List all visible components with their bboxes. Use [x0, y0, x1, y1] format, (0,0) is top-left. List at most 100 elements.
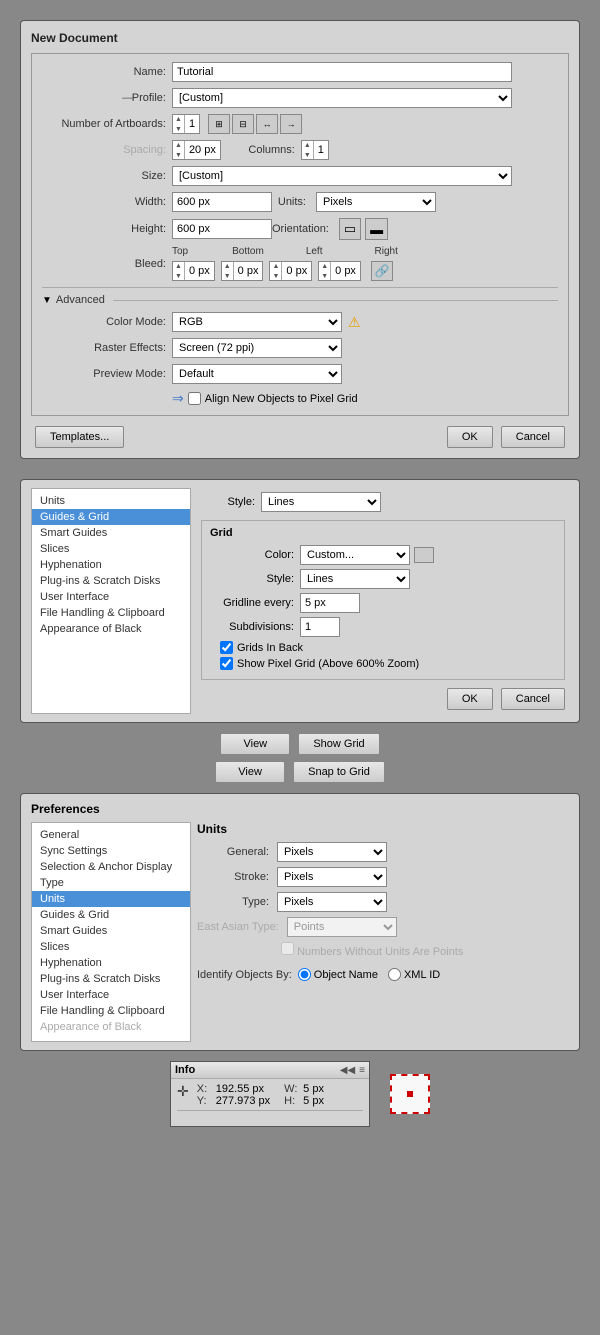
- height-row: Height: Orientation: ▭ ▬: [42, 218, 558, 240]
- raster-select[interactable]: Screen (72 ppi): [172, 338, 342, 358]
- units-sidebar-general[interactable]: General: [32, 827, 190, 843]
- units-sidebar-ui[interactable]: User Interface: [32, 987, 190, 1003]
- units-sidebar-smart[interactable]: Smart Guides: [32, 923, 190, 939]
- units-sidebar-selection[interactable]: Selection & Anchor Display: [32, 859, 190, 875]
- bleed-right-spinner[interactable]: ▲ ▼ 0 px: [318, 261, 361, 281]
- units-general-select[interactable]: Pixels: [277, 842, 387, 862]
- profile-label: Profile:: [42, 92, 172, 104]
- guides-style-select[interactable]: Lines: [261, 492, 381, 512]
- sidebar-item-slices[interactable]: Slices: [32, 541, 190, 557]
- show-grid-button[interactable]: Show Grid: [298, 733, 379, 755]
- sidebar-item-plugins[interactable]: Plug-ins & Scratch Disks: [32, 573, 190, 589]
- units-sidebar-type[interactable]: Type: [32, 875, 190, 891]
- orient-landscape[interactable]: ▬: [365, 218, 388, 240]
- units-sidebar-plugins[interactable]: Plug-ins & Scratch Disks: [32, 971, 190, 987]
- bleed-left-spinner[interactable]: ▲ ▼ 0 px: [269, 261, 312, 281]
- width-input[interactable]: [172, 192, 272, 212]
- artboards-spinner[interactable]: ▲ ▼ 1: [172, 114, 200, 134]
- gridline-input[interactable]: [300, 593, 360, 613]
- sidebar-item-guides-grid[interactable]: Guides & Grid: [32, 509, 190, 525]
- sidebar-item-file-handling[interactable]: File Handling & Clipboard: [32, 605, 190, 621]
- pixel-grid-arrow-icon: ⇒: [172, 390, 184, 407]
- subdivisions-input[interactable]: [300, 617, 340, 637]
- templates-button[interactable]: Templates...: [35, 426, 124, 448]
- pixel-grid-checkbox[interactable]: [188, 392, 201, 405]
- snap-to-grid-button[interactable]: Snap to Grid: [293, 761, 385, 783]
- info-menu-icon[interactable]: ≡: [359, 1065, 365, 1076]
- spacing-up[interactable]: ▲: [173, 141, 184, 151]
- info-controls: ◀◀ ≡: [340, 1065, 365, 1076]
- height-input[interactable]: [172, 219, 272, 239]
- identify-radio-group: Object Name XML ID: [298, 968, 440, 981]
- prefs-units-sidebar: General Sync Settings Selection & Anchor…: [31, 822, 191, 1042]
- spinner-down[interactable]: ▼: [173, 125, 184, 135]
- orient-portrait[interactable]: ▭: [339, 218, 361, 240]
- ok-button[interactable]: OK: [447, 426, 493, 448]
- spacing-spinner[interactable]: ▲ ▼ 20 px: [172, 140, 221, 160]
- columns-up[interactable]: ▲: [302, 141, 313, 151]
- colormode-select[interactable]: RGB: [172, 312, 342, 332]
- view-button-1[interactable]: View: [220, 733, 290, 755]
- units-sidebar-file[interactable]: File Handling & Clipboard: [32, 1003, 190, 1019]
- info-collapse-icon[interactable]: ◀◀: [340, 1065, 355, 1076]
- units-sidebar-units[interactable]: Units: [32, 891, 190, 907]
- prefs-guides-cancel[interactable]: Cancel: [501, 688, 565, 710]
- columns-spinner[interactable]: ▲ ▼ 1: [301, 140, 329, 160]
- info-y-value: 277.973 px: [216, 1095, 270, 1107]
- sidebar-item-ui[interactable]: User Interface: [32, 589, 190, 605]
- name-input[interactable]: [172, 62, 512, 82]
- units-stroke-select[interactable]: Pixels: [277, 867, 387, 887]
- size-select[interactable]: [Custom]: [172, 166, 512, 186]
- units-type-label: Type:: [197, 896, 277, 908]
- show-pixel-grid-checkbox[interactable]: [220, 657, 233, 670]
- units-sidebar-slices[interactable]: Slices: [32, 939, 190, 955]
- warning-icon: ⚠: [348, 314, 361, 331]
- grid-color-swatch[interactable]: [414, 547, 434, 563]
- bleed-lock-btn[interactable]: 🔗: [371, 261, 393, 281]
- sidebar-item-appearance[interactable]: Appearance of Black: [32, 621, 190, 637]
- grids-in-back-checkbox[interactable]: [220, 641, 233, 654]
- preview-select[interactable]: Default: [172, 364, 342, 384]
- profile-row: — Profile: [Custom]: [42, 88, 558, 108]
- units-sidebar-sync[interactable]: Sync Settings: [32, 843, 190, 859]
- spinner-up[interactable]: ▲: [173, 115, 184, 125]
- new-doc-buttons: Templates... OK Cancel: [31, 426, 569, 448]
- middle-buttons: View Show Grid View Snap to Grid: [20, 733, 580, 783]
- artboard-icon-row[interactable]: ⊟: [232, 114, 254, 134]
- sidebar-item-smart-guides[interactable]: Smart Guides: [32, 525, 190, 541]
- advanced-toggle[interactable]: ▼ Advanced: [42, 294, 558, 306]
- spacing-label: Spacing:: [42, 144, 172, 156]
- info-y-row: Y: 277.973 px: [197, 1095, 270, 1107]
- sidebar-item-units[interactable]: Units: [32, 493, 190, 509]
- spacing-value: 20 px: [185, 144, 220, 156]
- bleed-label: Bleed:: [42, 258, 172, 270]
- artboards-value: 1: [185, 118, 199, 130]
- artboard-icon-arrange[interactable]: ↔: [256, 114, 278, 134]
- units-select[interactable]: Pixels: [316, 192, 436, 212]
- units-sidebar-hyphenation[interactable]: Hyphenation: [32, 955, 190, 971]
- bleed-bottom-spinner[interactable]: ▲ ▼ 0 px: [221, 261, 264, 281]
- units-sidebar-guides[interactable]: Guides & Grid: [32, 907, 190, 923]
- grid-style-select[interactable]: Lines: [300, 569, 410, 589]
- cancel-button[interactable]: Cancel: [501, 426, 565, 448]
- artboard-icon-arrow[interactable]: →: [280, 114, 302, 134]
- info-x-label: X:: [197, 1083, 213, 1095]
- grid-color-select[interactable]: Custom...: [300, 545, 410, 565]
- profile-select[interactable]: [Custom]: [172, 88, 512, 108]
- spacing-down[interactable]: ▼: [173, 151, 184, 161]
- pixel-grid-label: Align New Objects to Pixel Grid: [205, 393, 358, 405]
- grid-color-label: Color:: [210, 549, 300, 561]
- artboard-icon-grid[interactable]: ⊞: [208, 114, 230, 134]
- raster-row: Raster Effects: Screen (72 ppi): [42, 338, 558, 358]
- object-name-radio[interactable]: [298, 968, 311, 981]
- prefs-guides-ok[interactable]: OK: [447, 688, 493, 710]
- bleed-top-spinner[interactable]: ▲ ▼ 0 px: [172, 261, 215, 281]
- units-type-select[interactable]: Pixels: [277, 892, 387, 912]
- columns-down[interactable]: ▼: [302, 151, 313, 161]
- info-divider: [177, 1110, 363, 1111]
- sidebar-item-hyphenation[interactable]: Hyphenation: [32, 557, 190, 573]
- prefs-guides-sidebar: Units Guides & Grid Smart Guides Slices …: [31, 488, 191, 714]
- xml-id-radio[interactable]: [388, 968, 401, 981]
- units-stroke-row: Stroke: Pixels: [197, 867, 569, 887]
- view-button-2[interactable]: View: [215, 761, 285, 783]
